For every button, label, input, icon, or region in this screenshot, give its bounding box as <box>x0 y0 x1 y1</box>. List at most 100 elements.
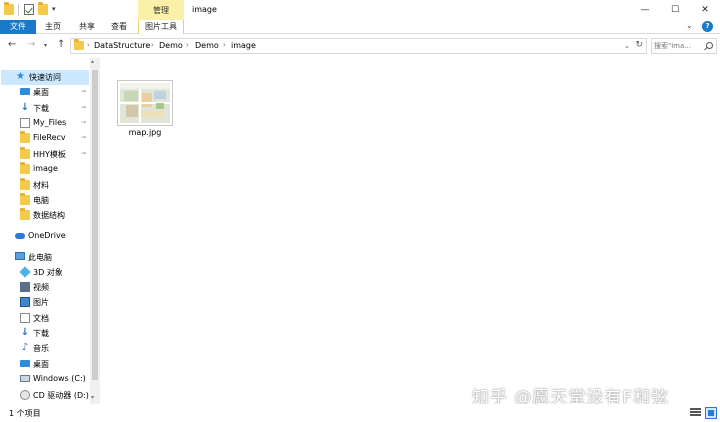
nav-item[interactable]: 视频 <box>0 280 90 295</box>
breadcrumb-separator: › <box>151 41 154 49</box>
nav-pane-scrollbar[interactable]: ▴ ▾ <box>90 58 100 404</box>
quick-access-separator <box>18 4 19 16</box>
properties-check-icon[interactable] <box>24 4 34 15</box>
image-thumbnail <box>117 80 173 126</box>
nav-item-label: 图片 <box>33 298 49 307</box>
refresh-icon[interactable]: ↻ <box>635 40 643 50</box>
nav-item[interactable]: 桌面 ⊸ <box>0 85 90 100</box>
nav-item-label: 桌面 <box>33 360 49 369</box>
up-button[interactable]: ↑ <box>57 39 65 50</box>
nav-item[interactable]: CD 驱动器 (D:) <box>0 388 90 403</box>
nav-item[interactable]: 3D 对象 <box>0 265 90 280</box>
expand-ribbon-icon[interactable]: ⌄ <box>686 21 693 30</box>
search-box[interactable] <box>651 38 717 54</box>
tab-home[interactable]: 主页 <box>38 20 68 34</box>
tab-share[interactable]: 共享 <box>72 20 102 34</box>
file-list-area[interactable]: map.jpg <box>101 58 720 404</box>
nav-item[interactable]: FileRecv ⊸ <box>0 131 90 146</box>
maximize-button[interactable]: ☐ <box>660 0 690 20</box>
nav-item-label: 桌面 <box>33 88 49 97</box>
nav-item[interactable]: 此电脑 <box>0 250 90 265</box>
cloud-icon <box>15 233 25 239</box>
search-icon[interactable] <box>706 42 713 49</box>
nav-item[interactable]: 数据结构 <box>0 208 90 223</box>
back-button[interactable]: ← <box>8 39 16 50</box>
breadcrumb-item[interactable]: Demo <box>195 41 219 50</box>
cd-drive-icon <box>20 390 30 400</box>
scroll-down-icon[interactable]: ▾ <box>91 394 94 401</box>
nav-item[interactable]: HHY模板 ⊸ <box>0 147 90 162</box>
address-bar[interactable]: › DataStructure › Demo › Demo › image ⌄ … <box>70 38 647 54</box>
quick-access-dropdown-icon[interactable]: ▾ <box>52 5 56 13</box>
folder-icon <box>4 2 14 15</box>
breadcrumb-item[interactable]: DataStructure <box>94 41 150 50</box>
download-icon: ↓ <box>20 102 30 113</box>
nav-item[interactable]: 材料 <box>0 178 90 193</box>
nav-item[interactable]: 桌面 <box>0 357 90 372</box>
folder-icon <box>20 193 30 205</box>
folder-icon <box>20 131 30 143</box>
folder-icon <box>20 178 30 190</box>
scroll-up-icon[interactable]: ▴ <box>91 58 94 65</box>
tab-view[interactable]: 查看 <box>104 20 134 34</box>
nav-item[interactable]: ↓ 下载 ⊸ <box>0 101 90 116</box>
star-icon: ★ <box>16 71 25 82</box>
nav-item-label: OneDrive <box>28 231 66 240</box>
navigation-pane: ★ 快速访问 桌面 ⊸ ↓ 下载 ⊸ My_Files ⊸ FileRecv ⊸ HHY模板 ⊸ imag… <box>0 58 100 404</box>
nav-item-label: 数据结构 <box>33 211 65 220</box>
music-icon: ♪ <box>21 342 29 353</box>
nav-item[interactable]: Windows (C:) <box>0 372 90 387</box>
download-icon: ↓ <box>20 327 30 338</box>
nav-item[interactable]: 电脑 <box>0 193 90 208</box>
nav-item-label: 快速访问 <box>29 73 61 82</box>
address-row: ← → ▾ ↑ › DataStructure › Demo › Demo › … <box>0 36 720 56</box>
nav-item-label: 视频 <box>33 283 49 292</box>
address-dropdown-icon[interactable]: ⌄ <box>624 42 630 50</box>
nav-item[interactable]: ★ 快速访问 <box>1 70 89 85</box>
breadcrumb-item[interactable]: image <box>231 41 256 50</box>
pin-icon: ⊸ <box>81 119 87 126</box>
nav-item-label: FileRecv <box>33 133 66 142</box>
nav-item-label: 此电脑 <box>28 253 52 262</box>
nav-item[interactable]: 图片 <box>0 295 90 310</box>
forward-button[interactable]: → <box>27 39 35 50</box>
cube-icon <box>19 266 31 278</box>
minimize-button[interactable]: — <box>630 0 660 20</box>
tab-file[interactable]: 文件 <box>0 20 36 34</box>
scrollbar-thumb[interactable] <box>92 70 98 380</box>
manage-context-tab: 管理 <box>138 0 184 20</box>
file-item[interactable]: map.jpg <box>113 78 177 142</box>
details-view-icon[interactable] <box>690 408 701 418</box>
pin-icon: ⊸ <box>81 104 87 111</box>
tab-picture-tools[interactable]: 图片工具 <box>138 20 184 34</box>
close-button[interactable]: ✕ <box>690 0 720 20</box>
nav-item[interactable]: My_Files ⊸ <box>0 116 90 131</box>
recent-locations-icon[interactable]: ▾ <box>44 42 47 49</box>
nav-item[interactable]: ↓ 下载 <box>0 326 90 341</box>
folder-icon <box>74 39 84 50</box>
folder-icon <box>20 208 30 220</box>
folder-icon <box>20 162 30 174</box>
title-bar: ▾ 管理 image — ☐ ✕ <box>0 0 720 20</box>
nav-item[interactable]: OneDrive <box>0 229 90 244</box>
search-input[interactable] <box>654 40 704 52</box>
nav-item[interactable]: 文档 <box>0 311 90 326</box>
nav-item-label: 下载 <box>33 104 49 113</box>
breadcrumb-separator: › <box>87 41 90 49</box>
large-icons-view-icon[interactable] <box>705 407 717 419</box>
computer-icon <box>15 252 25 260</box>
manage-label: 管理 <box>153 6 169 15</box>
file-name: map.jpg <box>128 128 162 137</box>
nav-item-label: 下载 <box>33 329 49 338</box>
document-icon <box>20 313 30 323</box>
help-icon[interactable]: ? <box>702 21 713 32</box>
new-folder-icon[interactable] <box>38 2 48 15</box>
nav-item-label: My_Files <box>33 118 67 127</box>
breadcrumb-item[interactable]: Demo <box>159 41 183 50</box>
nav-item[interactable]: image <box>0 162 90 177</box>
map-thumbnail-image <box>120 83 170 123</box>
nav-item-label: Windows (C:) <box>33 374 86 383</box>
nav-item[interactable]: ♪ 音乐 <box>0 341 90 356</box>
window-title: image <box>192 5 217 14</box>
item-count: 1 个项目 <box>9 409 41 418</box>
